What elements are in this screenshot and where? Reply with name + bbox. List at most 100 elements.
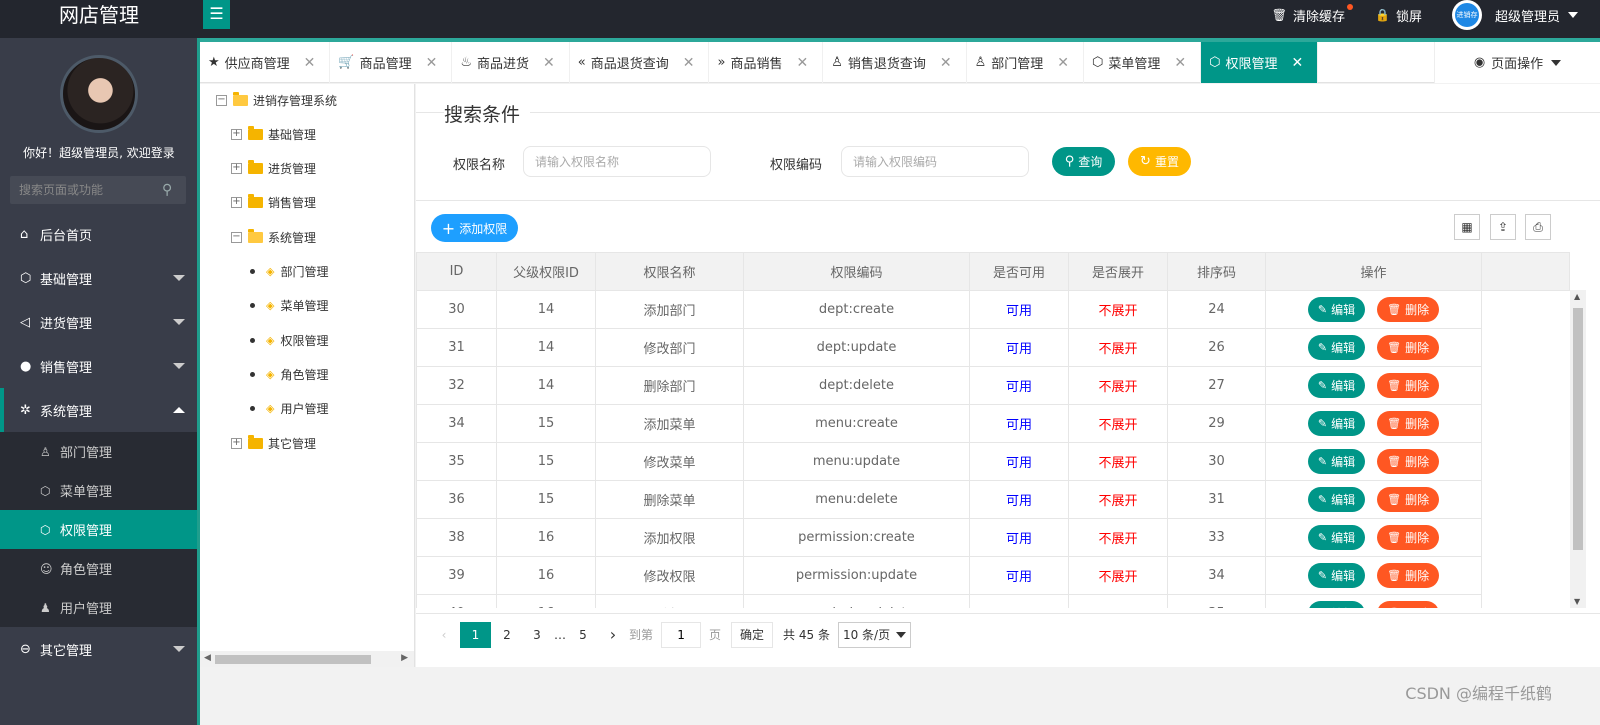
table-row[interactable]: 36 15 删除菜单 menu:delete 可用 不展开 31 ✎ 编辑 🗑 删除 xyxy=(416,480,1482,519)
sidebar-item-home[interactable]: ⌂ 后台首页 xyxy=(0,212,197,256)
tree-node-other[interactable]: + 其它管理 xyxy=(231,433,316,453)
col-header-expand[interactable]: 是否展开 xyxy=(1068,252,1168,291)
scroll-up-icon[interactable]: ▲ xyxy=(1574,292,1580,301)
next-page-icon[interactable]: › xyxy=(599,622,627,648)
col-header-code[interactable]: 权限编码 xyxy=(743,252,970,291)
menu-toggle-icon[interactable]: ☰ xyxy=(203,0,230,29)
table-row[interactable]: 38 16 添加权限 permission:create 可用 不展开 33 ✎ 编辑 🗑 删除 xyxy=(416,518,1482,557)
tab-supplier[interactable]: ★ 供应商管理 ✕ xyxy=(200,38,331,83)
sidebar-item-purchase[interactable]: ◁ 进货管理 xyxy=(0,300,197,344)
table-row[interactable]: 35 15 修改菜单 menu:update 可用 不展开 30 ✎ 编辑 🗑 删除 xyxy=(416,442,1482,481)
table-row[interactable]: 39 16 修改权限 permission:update 可用 不展开 34 ✎ 编辑 🗑 删除 xyxy=(416,556,1482,595)
tree-leaf-user[interactable]: ◈ 用户管理 xyxy=(250,398,328,418)
table-row[interactable]: 4016删除权限permission:delete可用不展开35 ✎编辑 🗑删除 xyxy=(416,594,1482,608)
tree-leaf-dept[interactable]: ◈ 部门管理 xyxy=(250,261,328,281)
sidebar-item-other[interactable]: ⊖ 其它管理 xyxy=(0,627,197,671)
collapse-icon[interactable]: − xyxy=(216,94,227,106)
search-icon[interactable]: ⚲ xyxy=(162,182,172,198)
page-size-select[interactable]: 10 条/页 xyxy=(837,621,912,648)
export-icon[interactable]: ⇪ xyxy=(1490,214,1516,240)
edit-button[interactable]: ✎编辑 xyxy=(1307,449,1366,474)
delete-button[interactable]: 🗑删除 xyxy=(1377,487,1440,512)
page-5[interactable]: 5 xyxy=(569,622,597,648)
delete-button[interactable]: 🗑删除 xyxy=(1377,335,1440,360)
close-icon[interactable]: ✕ xyxy=(304,55,316,71)
reset-button[interactable]: ↻ 重置 xyxy=(1128,147,1191,176)
query-button[interactable]: ⚲ 查询 xyxy=(1052,147,1115,176)
close-icon[interactable]: ✕ xyxy=(796,55,808,71)
tree-leaf-role[interactable]: ◈ 角色管理 xyxy=(250,364,328,384)
tab-goods[interactable]: 🛒 商品管理 ✕ xyxy=(330,38,453,83)
close-icon[interactable]: ✕ xyxy=(940,55,952,71)
tree-node-system[interactable]: − 系统管理 xyxy=(231,227,316,247)
add-permission-button[interactable]: + 添加权限 xyxy=(431,214,518,242)
delete-button[interactable]: 🗑删除 xyxy=(1377,411,1440,436)
edit-button[interactable]: ✎编辑 xyxy=(1307,411,1366,436)
page-3[interactable]: 3 xyxy=(523,622,551,648)
edit-button[interactable]: ✎编辑 xyxy=(1307,563,1366,588)
scrollbar-thumb[interactable] xyxy=(215,655,371,664)
tree-leaf-permission[interactable]: ◈ 权限管理 xyxy=(250,330,328,350)
scroll-down-icon[interactable]: ▼ xyxy=(1574,597,1580,606)
sidebar-item-menu[interactable]: ⬡ 菜单管理 xyxy=(0,471,197,510)
table-vertical-scrollbar[interactable]: ▲ ▼ xyxy=(1570,290,1586,608)
sidebar-item-system[interactable]: ✲ 系统管理 xyxy=(0,388,197,432)
table-row[interactable]: 31 14 修改部门 dept:update 可用 不展开 26 ✎ 编辑 🗑 删除 xyxy=(416,328,1482,367)
goto-page-input[interactable] xyxy=(661,621,702,648)
tab-menu[interactable]: ⬡ 菜单管理 ✕ xyxy=(1084,38,1202,83)
permission-code-input[interactable] xyxy=(841,146,1029,177)
collapse-icon[interactable]: − xyxy=(231,231,242,243)
tree-node-basic[interactable]: + 基础管理 xyxy=(231,124,316,144)
table-row[interactable]: 34 15 添加菜单 menu:create 可用 不展开 29 ✎ 编辑 🗑 删除 xyxy=(416,404,1482,443)
edit-button[interactable]: ✎编辑 xyxy=(1307,601,1366,608)
columns-icon[interactable]: ▦ xyxy=(1454,214,1480,240)
edit-button[interactable]: ✎编辑 xyxy=(1307,525,1366,550)
sidebar-item-dept[interactable]: ♙ 部门管理 xyxy=(0,432,197,471)
scroll-left-icon[interactable]: ◀ xyxy=(204,653,211,663)
edit-button[interactable]: ✎编辑 xyxy=(1307,373,1366,398)
tree-root[interactable]: − 进销存管理系统 xyxy=(216,90,337,110)
tree-leaf-menu[interactable]: ◈ 菜单管理 xyxy=(250,295,328,315)
close-icon[interactable]: ✕ xyxy=(1291,55,1303,71)
expand-icon[interactable]: + xyxy=(231,437,242,449)
sidebar-search-input[interactable] xyxy=(10,183,158,197)
page-1[interactable]: 1 xyxy=(460,621,491,648)
col-header-id[interactable]: ID xyxy=(416,252,497,291)
prev-page-icon[interactable]: ‹ xyxy=(430,622,458,648)
delete-button[interactable]: 🗑删除 xyxy=(1377,601,1440,608)
scrollbar-thumb[interactable] xyxy=(1573,308,1583,550)
close-icon[interactable]: ✕ xyxy=(1174,55,1186,71)
delete-button[interactable]: 🗑删除 xyxy=(1377,525,1440,550)
tab-permission[interactable]: ⬡ 权限管理 ✕ xyxy=(1201,38,1319,83)
tree-node-purchase[interactable]: + 进货管理 xyxy=(231,158,316,178)
profile-avatar[interactable] xyxy=(60,55,138,133)
delete-button[interactable]: 🗑删除 xyxy=(1377,449,1440,474)
tab-goods-return[interactable]: «商品退货查询 ✕ xyxy=(570,38,710,83)
goto-confirm-button[interactable]: 确定 xyxy=(731,621,774,648)
delete-button[interactable]: 🗑删除 xyxy=(1377,563,1440,588)
col-header-order[interactable]: 排序码 xyxy=(1167,252,1266,291)
tree-node-sales[interactable]: + 销售管理 xyxy=(231,192,316,212)
col-header-parent-id[interactable]: 父级权限ID xyxy=(496,252,596,291)
tab-goods-inport[interactable]: ♨ 商品进货 ✕ xyxy=(452,38,570,83)
table-row[interactable]: 30 14 添加部门 dept:create 可用 不展开 24 ✎ 编辑 🗑 删除 xyxy=(416,290,1482,329)
delete-button[interactable]: 🗑删除 xyxy=(1377,297,1440,322)
edit-button[interactable]: ✎编辑 xyxy=(1307,297,1366,322)
user-menu[interactable]: 进销存 超级管理员 xyxy=(1451,0,1578,30)
edit-button[interactable]: ✎编辑 xyxy=(1307,487,1366,512)
page-2[interactable]: 2 xyxy=(493,622,521,648)
close-icon[interactable]: ✕ xyxy=(426,55,438,71)
sidebar-item-sales[interactable]: ● 销售管理 xyxy=(0,344,197,388)
page-operations-dropdown[interactable]: ◉ 页面操作 xyxy=(1434,42,1600,83)
expand-icon[interactable]: + xyxy=(231,162,242,174)
tab-sales-return[interactable]: ♙ 销售退货查询 ✕ xyxy=(823,38,967,83)
sidebar-item-permission[interactable]: ⬡ 权限管理 xyxy=(0,510,197,549)
close-icon[interactable]: ✕ xyxy=(1057,55,1069,71)
scroll-right-icon[interactable]: ▶ xyxy=(401,653,408,663)
sidebar-item-role[interactable]: ☺ 角色管理 xyxy=(0,549,197,588)
print-icon[interactable]: ⎙ xyxy=(1525,214,1551,240)
permission-name-input[interactable] xyxy=(523,146,711,177)
expand-icon[interactable]: + xyxy=(231,128,242,140)
tree-horizontal-scrollbar[interactable]: ◀ ▶ xyxy=(200,651,414,667)
col-header-available[interactable]: 是否可用 xyxy=(969,252,1069,291)
